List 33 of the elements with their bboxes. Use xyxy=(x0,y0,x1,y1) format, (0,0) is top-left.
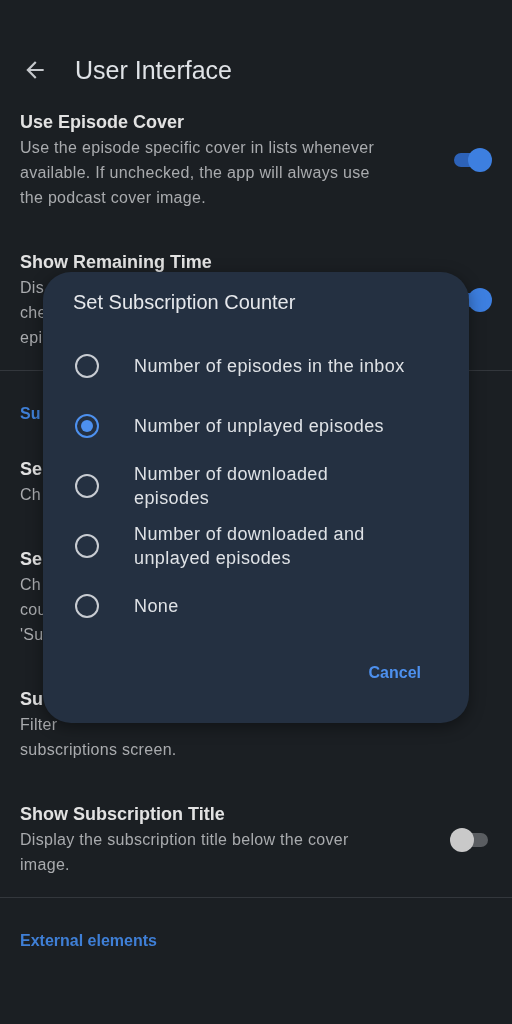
setting-title: Se xyxy=(20,548,43,571)
setting-title: Su xyxy=(20,688,43,711)
setting-description: Ch xyxy=(20,485,42,505)
setting-description: Use the episode specific cover in lists whenever xyxy=(20,138,375,158)
option-label[interactable]: Number of episodes in the inbox xyxy=(134,354,405,378)
setting-title: Se xyxy=(20,458,43,481)
setting-description: Ch xyxy=(20,575,42,595)
page-title: User Interface xyxy=(75,55,232,85)
cancel-button[interactable]: Cancel xyxy=(368,656,421,690)
radio-button[interactable] xyxy=(75,354,99,378)
option-label[interactable]: Number of downloaded episodes xyxy=(134,462,406,510)
setting-description: Display the subscription title below the cover xyxy=(20,830,349,850)
setting-description: 'Su xyxy=(20,625,44,645)
radio-button[interactable] xyxy=(75,414,99,438)
option-label[interactable]: Number of downloaded and unplayed episodes xyxy=(134,522,406,570)
setting-description: image. xyxy=(20,855,70,875)
radio-button[interactable] xyxy=(75,534,99,558)
option-label[interactable]: None xyxy=(134,594,179,618)
setting-title: Use Episode Cover xyxy=(20,111,185,134)
section-header: External elements xyxy=(19,931,158,951)
radio-button[interactable] xyxy=(75,594,99,618)
setting-description: the podcast cover image. xyxy=(20,188,206,208)
dialog-title: Set Subscription Counter xyxy=(73,290,297,315)
setting-description: Dis xyxy=(20,278,44,298)
setting-title: Show Subscription Title xyxy=(20,803,225,826)
setting-title: Show Remaining Time xyxy=(20,251,212,274)
setting-description: subscriptions screen. xyxy=(20,740,177,760)
option-label[interactable]: Number of unplayed episodes xyxy=(134,414,384,438)
setting-description: available. If unchecked, the app will always use xyxy=(20,163,370,183)
radio-button[interactable] xyxy=(75,474,99,498)
section-header: Su xyxy=(19,404,42,424)
setting-description: epi xyxy=(20,328,43,348)
setting-description: Filter xyxy=(20,715,58,735)
